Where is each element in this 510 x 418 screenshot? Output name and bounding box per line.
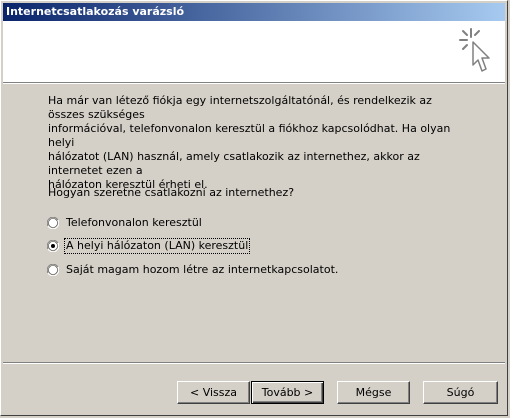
radio-manual[interactable] <box>47 264 59 276</box>
wizard-content: Ha már van létező fiókja egy internetszo… <box>20 84 490 358</box>
option-label-lan[interactable]: A helyi hálózaton (LAN) keresztül <box>63 238 251 254</box>
wizard-header <box>3 21 505 82</box>
option-label-phone-line[interactable]: Telefonvonalon keresztül <box>65 216 203 230</box>
next-button[interactable]: Tovább > <box>251 381 324 404</box>
help-button[interactable]: Súgó <box>423 381 498 404</box>
back-button[interactable]: < Vissza <box>177 381 250 404</box>
option-phone-line[interactable]: Telefonvonalon keresztül <box>47 215 203 231</box>
footer-divider <box>3 362 505 364</box>
radio-phone-line[interactable] <box>47 217 59 229</box>
window-title: Internetcsatlakozás varázsló <box>6 5 185 18</box>
option-lan[interactable]: A helyi hálózaton (LAN) keresztül <box>47 238 251 254</box>
wizard-wand-cursor-icon <box>459 28 490 72</box>
intro-text: Ha már van létező fiókja egy internetszo… <box>48 94 451 191</box>
title-bar[interactable]: Internetcsatlakozás varázsló <box>3 3 505 21</box>
cancel-button[interactable]: Mégse <box>337 381 410 404</box>
option-label-manual[interactable]: Saját magam hozom létre az internetkapcs… <box>65 263 339 277</box>
radio-lan[interactable] <box>47 240 59 252</box>
wizard-window: Internetcsatlakozás varázsló Ha már van … <box>0 0 508 416</box>
connection-question: Hogyan szeretne csatlakozni az interneth… <box>48 186 295 199</box>
option-manual[interactable]: Saját magam hozom létre az internetkapcs… <box>47 262 339 278</box>
